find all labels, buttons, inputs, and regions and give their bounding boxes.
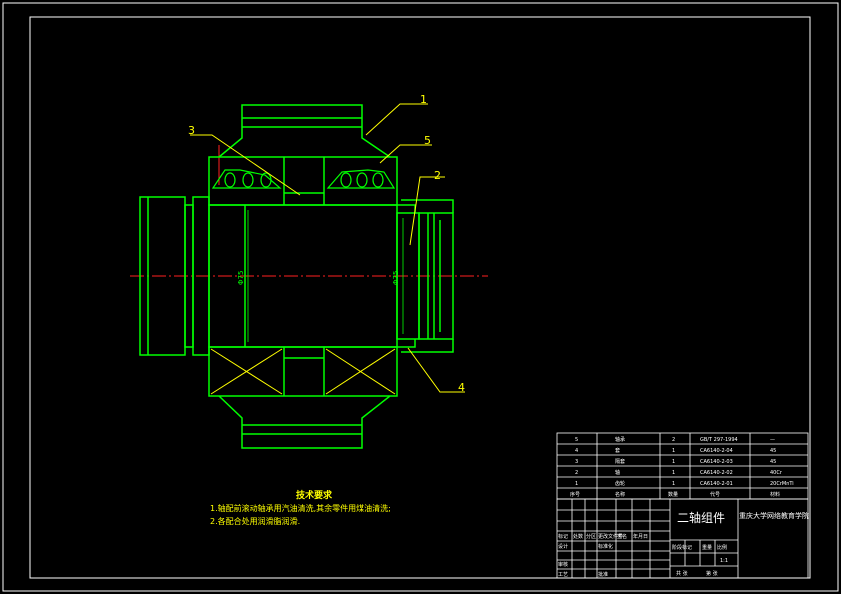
row4-code: CA6140-2-04: [700, 448, 733, 454]
label-sheet-no: 第 张: [706, 570, 718, 577]
row3-material: 45: [770, 459, 776, 465]
bearing-hatch-bottom: [210, 348, 396, 395]
callout-3: 3: [188, 124, 195, 137]
label-sign: 签名: [617, 533, 627, 540]
tech-requirement-line-1: 1.轴配前滚动轴承用汽油清洗,其余零件用煤油清洗;: [210, 503, 391, 513]
callout-4: 4: [458, 381, 465, 394]
label-approve: 批准: [598, 571, 608, 578]
header-qty: 数量: [668, 491, 678, 498]
row1-code: CA6140-2-01: [700, 481, 733, 487]
row5-name: 轴承: [615, 436, 625, 443]
row2-name: 轴: [615, 469, 620, 476]
dimension-text-2: Φ75: [392, 271, 400, 285]
row3-no: 3: [575, 459, 578, 465]
row2-code: CA6140-2-02: [700, 470, 733, 476]
callout-2: 2: [434, 169, 441, 182]
row1-qty: 1: [672, 481, 675, 487]
drawing-name: 二轴组件: [677, 510, 725, 525]
row3-qty: 1: [672, 459, 675, 465]
tech-requirement-line-2: 2.各配合处用润滑脂润滑.: [210, 516, 300, 526]
label-date: 年月日: [633, 533, 648, 540]
label-stage: 阶段标记: [672, 544, 692, 551]
parts-list-text: 5 轴承 2 GB/T 297-1994 — 4 套 1 CA6140-2-04…: [570, 436, 794, 498]
label-mark: 标记: [558, 533, 568, 540]
tech-requirements-title: 技术要求: [296, 489, 333, 501]
header-no: 序号: [570, 491, 580, 498]
callout-5: 5: [424, 134, 431, 147]
label-standard: 标准化: [598, 543, 613, 550]
dimension-text-1: Φ75: [237, 271, 245, 285]
label-total-sheets: 共 张: [676, 570, 688, 577]
row5-qty: 2: [672, 437, 675, 443]
label-count: 处数: [573, 533, 583, 540]
header-material: 材料: [770, 491, 780, 498]
label-process: 工艺: [558, 572, 568, 578]
outer-border: [2, 2, 839, 592]
label-scale: 比例: [717, 544, 727, 551]
assembly-drawing: Φ75 Φ75 1 2 3 4 5 技术要求 1.轴配前滚动轴承用汽油清洗,其余…: [2, 2, 839, 592]
row2-no: 2: [575, 470, 578, 476]
row3-code: CA6140-2-03: [700, 459, 733, 465]
row4-qty: 1: [672, 448, 675, 454]
row5-code: GB/T 297-1994: [700, 437, 738, 443]
label-design: 设计: [558, 543, 568, 550]
row1-no: 1: [575, 481, 578, 487]
row4-no: 4: [575, 448, 578, 454]
callout-1: 1: [420, 93, 427, 106]
scale-value: 1:1: [720, 558, 728, 564]
row5-material: —: [770, 437, 775, 443]
header-code: 代号: [710, 491, 720, 498]
header-name: 名称: [615, 491, 625, 498]
school-name: 重庆大学网络教育学院: [739, 511, 809, 520]
row1-name: 齿轮: [615, 480, 625, 487]
roller-bearings-top: [211, 169, 396, 189]
label-review: 审核: [558, 561, 568, 568]
row4-material: 45: [770, 448, 776, 454]
row2-qty: 1: [672, 470, 675, 476]
drawing-canvas: Φ75 Φ75 1 2 3 4 5 技术要求 1.轴配前滚动轴承用汽油清洗,其余…: [0, 0, 841, 594]
row3-name: 隔套: [615, 458, 625, 465]
row5-no: 5: [575, 437, 578, 443]
label-zone: 分区: [586, 533, 596, 540]
row1-material: 20CrMnTi: [770, 481, 794, 487]
label-weight: 重量: [702, 544, 712, 551]
row4-name: 套: [615, 447, 620, 454]
row2-material: 40Cr: [770, 470, 783, 476]
